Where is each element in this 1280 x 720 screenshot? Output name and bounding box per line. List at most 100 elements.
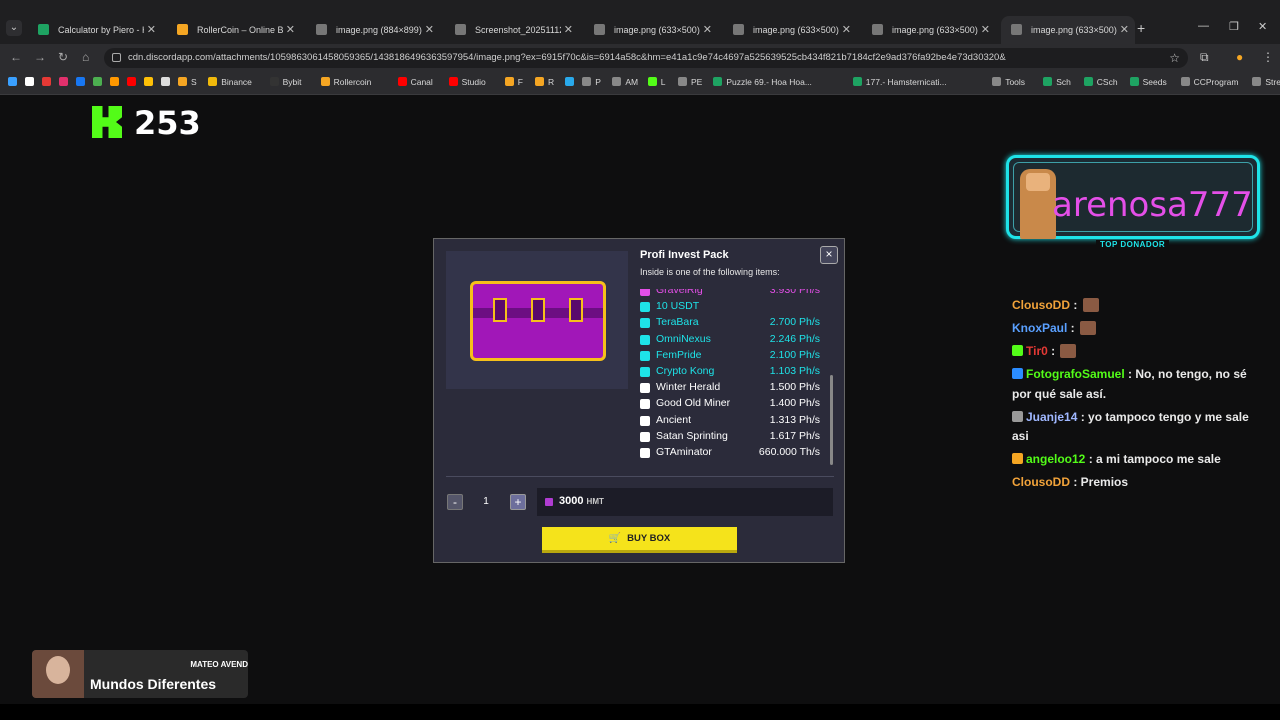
browser-tab[interactable]: image.png (884×899) ✕: [306, 16, 440, 44]
bookmark-item[interactable]: Tools: [992, 77, 1025, 87]
bookmark-item[interactable]: 177.- Hamsternicati...: [852, 77, 947, 87]
bookmark-item[interactable]: Seeds: [1129, 77, 1167, 87]
quantity-value[interactable]: 1: [476, 494, 496, 510]
chat-username[interactable]: Juanje14: [1026, 410, 1077, 424]
bookmark-icon: [504, 77, 514, 86]
back-icon[interactable]: ←: [10, 50, 22, 64]
browser-tab[interactable]: image.png (633×500) ✕: [723, 16, 857, 44]
bookmark-item[interactable]: F: [504, 77, 523, 87]
tab-title: RollerCoin – Online Bitcoi: [197, 25, 283, 35]
bookmark-item[interactable]: [93, 77, 106, 87]
site-info-icon[interactable]: [112, 53, 121, 62]
extensions-icon[interactable]: ⧉: [1200, 50, 1209, 65]
reload-icon[interactable]: ↻: [58, 50, 68, 64]
tab-title: image.png (884×899): [336, 25, 422, 35]
browser-tab[interactable]: RollerCoin – Online Bitcoi✕: [167, 16, 301, 44]
tab-close-icon[interactable]: ✕: [703, 16, 712, 44]
new-tab-button[interactable]: +: [1137, 20, 1145, 36]
item-row: Ancient 1.313 Ph/s: [640, 413, 826, 429]
bookmark-item[interactable]: [8, 77, 21, 87]
chat-username[interactable]: angeloo12: [1026, 452, 1085, 466]
chat-message: angeloo12 : a mi tampoco me sale: [1012, 450, 1252, 470]
item-name: TeraBara: [656, 316, 699, 329]
chat-separator: :: [1124, 367, 1136, 381]
bookmark-item[interactable]: Binance: [208, 77, 252, 87]
bookmark-item[interactable]: [42, 77, 55, 87]
home-icon[interactable]: ⌂: [82, 50, 89, 64]
chat-username[interactable]: Tir0: [1026, 344, 1048, 358]
browser-tab[interactable]: image.png (633×500) ✕: [1001, 16, 1135, 44]
bookmark-item[interactable]: L: [647, 77, 666, 87]
bookmark-item[interactable]: [144, 77, 157, 87]
item-rarity-marker: [640, 399, 650, 410]
bookmark-item[interactable]: Puzzle 69.- Hoa Hoa...: [713, 77, 812, 87]
chat-overlay: ClousoDD : KnoxPaul : Tir0 : FotografoSa…: [1012, 296, 1252, 496]
bookmark-item[interactable]: [25, 77, 38, 87]
forward-icon[interactable]: →: [34, 50, 46, 64]
bookmark-item[interactable]: Bybit: [269, 77, 302, 87]
bookmark-item[interactable]: [110, 77, 123, 87]
tab-close-icon[interactable]: ✕: [147, 16, 156, 44]
buy-box-button[interactable]: 🛒 BUY BOX: [542, 527, 737, 553]
item-name: GravelRig: [656, 289, 703, 296]
tab-close-icon[interactable]: ✕: [425, 16, 434, 44]
browser-tab[interactable]: Screenshot_20251112_10✕: [445, 16, 579, 44]
item-name: Ancient: [656, 413, 692, 426]
bookmarks-bar: S Binance Bybit Rollercoin Canal Studio F R P AM L…: [0, 72, 1280, 95]
tab-close-icon[interactable]: ✕: [286, 16, 295, 44]
increase-quantity-button[interactable]: +: [510, 494, 526, 510]
bookmark-item[interactable]: Studio: [448, 77, 486, 87]
item-row: GTAminator 660.000 Th/s: [640, 445, 826, 461]
chat-separator: :: [1067, 321, 1079, 335]
chat-username[interactable]: ClousoDD: [1012, 475, 1070, 489]
bookmark-item[interactable]: AM: [612, 77, 638, 87]
kick-logo-icon: [92, 106, 122, 138]
bookmark-icon: [93, 77, 102, 86]
bookmark-item[interactable]: [59, 77, 72, 87]
bookmark-item[interactable]: [76, 77, 89, 87]
restore-icon[interactable]: ❐: [1229, 20, 1239, 33]
decrease-quantity-button[interactable]: -: [447, 494, 463, 510]
bookmark-item[interactable]: S: [178, 77, 197, 87]
bookmark-item[interactable]: [127, 77, 140, 87]
tab-close-icon[interactable]: ✕: [564, 16, 573, 44]
bookmark-item[interactable]: [161, 77, 174, 87]
bookmark-item[interactable]: CCProgram: [1180, 77, 1238, 87]
close-button[interactable]: ×: [820, 246, 838, 264]
bookmark-icon: [1252, 77, 1262, 86]
browser-tab[interactable]: image.png (633×500) ✕: [862, 16, 996, 44]
tab-close-icon[interactable]: ✕: [1120, 16, 1129, 44]
chat-username[interactable]: FotografoSamuel: [1026, 367, 1125, 381]
bookmark-item[interactable]: P: [582, 77, 601, 87]
address-bar[interactable]: cdn.discordapp.com/attachments/105986306…: [104, 48, 1188, 68]
profile-icon[interactable]: ●: [1236, 50, 1243, 64]
bookmark-star-icon[interactable]: ☆: [1169, 51, 1180, 65]
bookmark-item[interactable]: CSch: [1083, 77, 1118, 87]
bookmark-label: S: [191, 77, 197, 87]
tab-favicon-icon: [872, 24, 883, 35]
minimize-icon[interactable]: —: [1198, 20, 1209, 32]
items-list[interactable]: GravelRig 3.930 Ph/s 10 USDT TeraBara 2.700 …: [640, 289, 830, 467]
list-scrollbar[interactable]: [830, 375, 833, 465]
bookmark-item[interactable]: Stream: [1252, 77, 1280, 87]
tab-close-icon[interactable]: ✕: [981, 16, 990, 44]
close-window-icon[interactable]: ✕: [1258, 20, 1267, 33]
chat-username[interactable]: ClousoDD: [1012, 298, 1070, 312]
bookmark-item[interactable]: R: [535, 77, 554, 87]
chat-message: KnoxPaul :: [1012, 319, 1252, 339]
browser-tab[interactable]: Calculator by Piero - Hoja✕: [28, 16, 162, 44]
bookmark-item[interactable]: Rollercoin: [320, 77, 372, 87]
bookmark-item[interactable]: Canal: [397, 77, 433, 87]
bookmark-item[interactable]: [565, 77, 578, 87]
tab-search-button[interactable]: ⌄: [6, 20, 22, 36]
bookmark-item[interactable]: PE: [678, 77, 702, 87]
menu-icon[interactable]: ⋮: [1262, 50, 1274, 64]
tab-close-icon[interactable]: ✕: [842, 16, 851, 44]
chat-username[interactable]: KnoxPaul: [1012, 321, 1067, 335]
viewer-count: 253: [134, 104, 201, 142]
bookmark-item[interactable]: Sch: [1043, 77, 1071, 87]
bookmark-label: Seeds: [1142, 77, 1167, 87]
browser-tab[interactable]: image.png (633×500) ✕: [584, 16, 718, 44]
bookmark-label: Rollercoin: [333, 77, 372, 87]
chat-message: Juanje14 : yo tampoco tengo y me sale as…: [1012, 408, 1252, 447]
